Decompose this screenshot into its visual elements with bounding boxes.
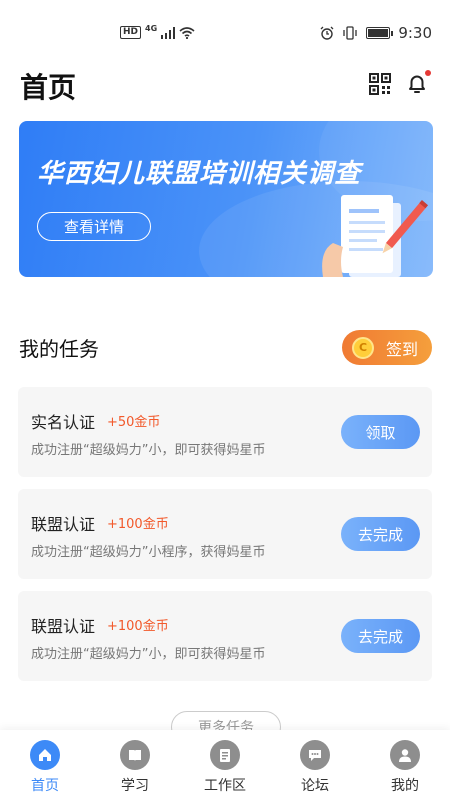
bottom-nav: 首页 学习 工作区 论坛 我的 — [0, 730, 450, 800]
task-name: 实名认证 — [31, 413, 96, 432]
hd-badge: HD — [120, 26, 142, 39]
coin-icon: C — [352, 336, 374, 359]
nav-item-home[interactable]: 首页 — [0, 730, 90, 800]
nav-item-mine[interactable]: 我的 — [360, 730, 450, 800]
complete-button[interactable]: 去完成 — [341, 517, 420, 551]
survey-banner[interactable]: 华西妇儿联盟培训相关调查 查看详情 — [19, 121, 433, 277]
vibrate-icon — [343, 26, 357, 40]
bell-icon[interactable] — [405, 70, 431, 96]
task-reward: +100金币 — [107, 619, 169, 634]
task-name: 联盟认证 — [31, 617, 96, 636]
nav-label: 我的 — [391, 778, 419, 794]
view-details-button[interactable]: 查看详情 — [37, 212, 151, 241]
checkin-button[interactable]: C 签到 — [342, 330, 432, 365]
task-reward: +50金币 — [107, 415, 161, 430]
network-type: 4G — [145, 24, 158, 33]
status-right: 9:30 — [320, 24, 432, 42]
alarm-icon — [320, 26, 334, 40]
nav-item-study[interactable]: 学习 — [90, 730, 180, 800]
status-time: 9:30 — [398, 24, 432, 42]
notification-dot — [425, 70, 431, 76]
wifi-icon — [179, 26, 195, 39]
checkin-label: 签到 — [386, 339, 419, 359]
nav-label: 工作区 — [204, 778, 246, 794]
chat-icon — [300, 740, 330, 770]
task-card: 联盟认证 +100金币 成功注册“超级妈力”小程序，获得妈星币 去完成 — [18, 489, 432, 579]
clipboard-icon — [210, 740, 240, 770]
battery-icon — [366, 27, 394, 39]
task-description: 成功注册“超级妈力”小，即可获得妈星币 — [31, 647, 266, 662]
task-card: 联盟认证 +100金币 成功注册“超级妈力”小，即可获得妈星币 去完成 — [18, 591, 432, 681]
signal-icon — [161, 26, 176, 39]
page-title: 首页 — [20, 71, 77, 104]
document-pencil-illustration — [322, 195, 429, 277]
nav-label: 首页 — [31, 778, 59, 794]
task-description: 成功注册“超级妈力”小，即可获得妈星币 — [31, 443, 266, 458]
user-icon — [390, 740, 420, 770]
task-description: 成功注册“超级妈力”小程序，获得妈星币 — [31, 545, 266, 560]
section-title-tasks: 我的任务 — [19, 337, 99, 361]
book-icon — [120, 740, 150, 770]
task-name: 联盟认证 — [31, 515, 96, 534]
qr-code-icon[interactable] — [368, 72, 392, 96]
header: 首页 — [0, 64, 450, 108]
task-reward: +100金币 — [107, 517, 169, 532]
status-bar: HD 4G 9:30 — [0, 0, 450, 64]
task-card: 实名认证 +50金币 成功注册“超级妈力”小，即可获得妈星币 领取 — [18, 387, 432, 477]
nav-item-workspace[interactable]: 工作区 — [180, 730, 270, 800]
status-left: HD 4G — [120, 24, 195, 39]
banner-title: 华西妇儿联盟培训相关调查 — [37, 159, 362, 189]
home-icon — [30, 740, 60, 770]
claim-button[interactable]: 领取 — [341, 415, 420, 449]
complete-button[interactable]: 去完成 — [341, 619, 420, 653]
nav-label: 学习 — [121, 778, 149, 794]
nav-item-forum[interactable]: 论坛 — [270, 730, 360, 800]
nav-label: 论坛 — [301, 778, 329, 794]
